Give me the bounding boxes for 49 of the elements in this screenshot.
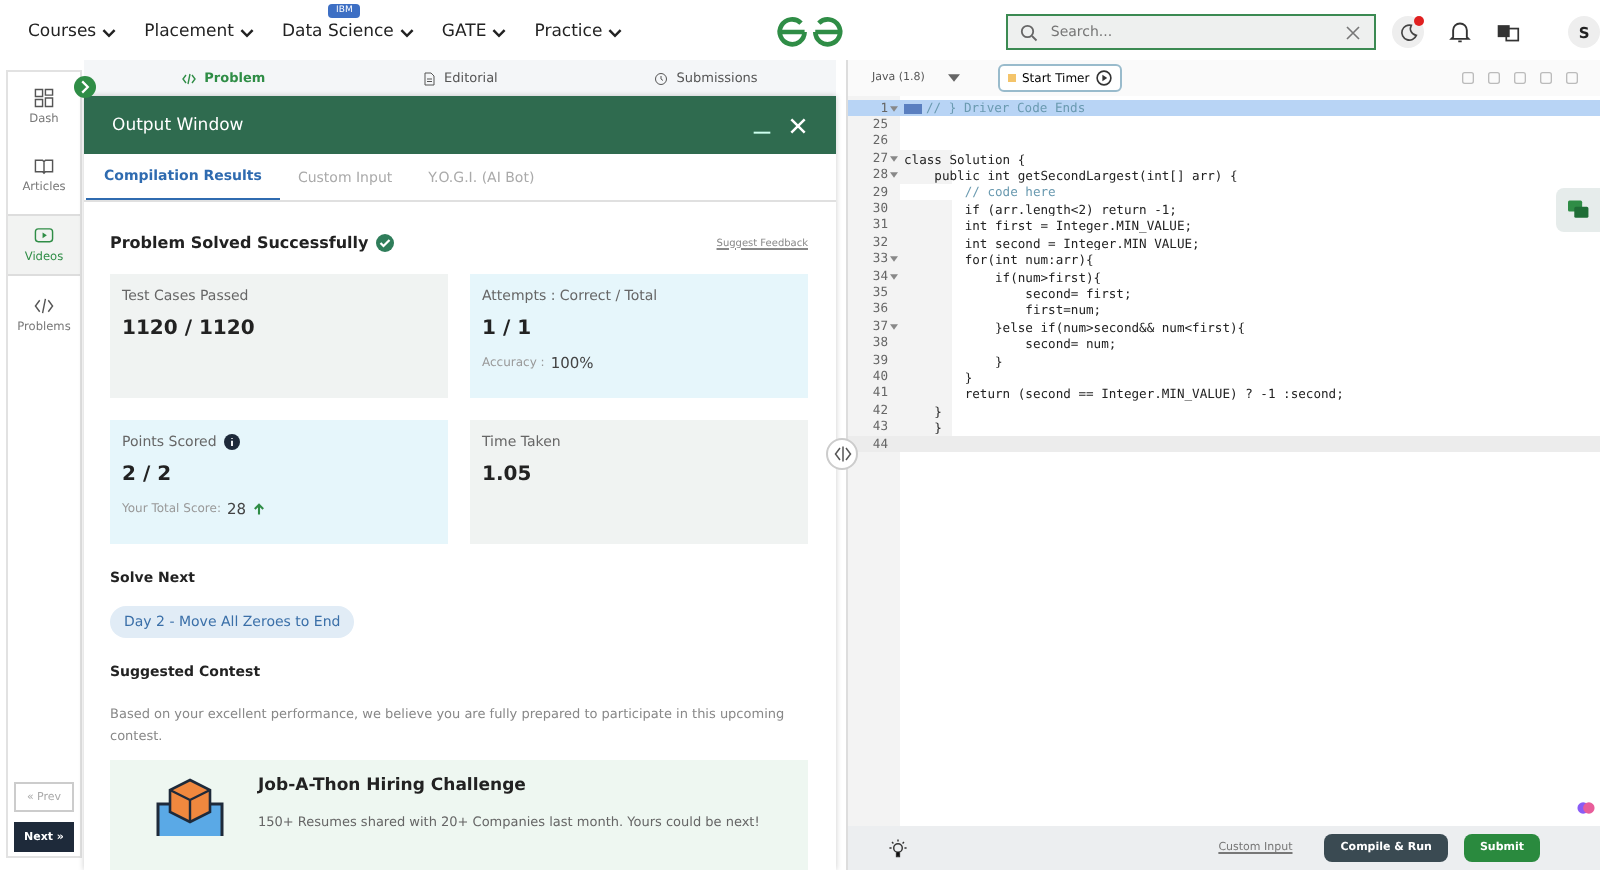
nav-menu-item[interactable]: Placement — [144, 22, 254, 42]
chat-bubbles-icon — [1567, 200, 1589, 220]
expand-button[interactable] — [74, 76, 96, 98]
document-icon — [422, 71, 437, 85]
fold-marker-icon[interactable] — [904, 103, 922, 114]
search-icon — [1020, 23, 1039, 41]
dashboard-icon — [34, 88, 54, 108]
close-icon[interactable] — [1344, 23, 1363, 41]
video-icon — [34, 226, 54, 246]
window-title: Output Window — [112, 115, 246, 135]
chevron-down-icon — [102, 27, 117, 37]
nav-menu-item[interactable]: Courses — [28, 22, 117, 42]
fold-arrow-icon[interactable] — [890, 155, 898, 162]
chevron-down-icon — [239, 27, 254, 37]
panel-resize-handle[interactable] — [826, 438, 858, 470]
lightbulb-icon[interactable] — [888, 838, 908, 858]
timer-square-icon — [1008, 74, 1016, 82]
fold-arrow-icon[interactable] — [890, 172, 898, 179]
fold-arrow-icon[interactable] — [890, 323, 898, 330]
resize-arrows-icon — [833, 446, 851, 462]
chevron-down-icon — [399, 27, 414, 37]
clock-icon — [654, 71, 669, 85]
stat-value: 1120 / 1120 — [122, 318, 257, 340]
caret-down-icon — [948, 74, 961, 82]
chevron-down-icon — [608, 27, 623, 37]
stat-value: 2 / 2 — [122, 464, 174, 486]
fold-arrow-icon[interactable] — [890, 273, 898, 280]
logo-icon[interactable] — [774, 16, 847, 48]
play-icon — [1095, 70, 1112, 86]
code-icon — [182, 71, 197, 85]
moon-icon — [1398, 22, 1419, 42]
chat-button[interactable] — [1556, 188, 1600, 232]
fold-arrow-icon[interactable] — [890, 105, 898, 112]
fold-arrow-icon[interactable] — [890, 256, 898, 263]
stat-value: 1 / 1 — [482, 318, 534, 340]
check-circle-icon — [376, 234, 395, 252]
status-heading: Problem Solved Successfully — [110, 234, 369, 252]
brain-icon[interactable] — [1576, 798, 1596, 818]
stat-value: 1.05 — [482, 464, 534, 486]
chevron-right-icon — [78, 80, 92, 94]
nav-menu-item[interactable]: Practice — [534, 22, 623, 42]
theme-toggle-button[interactable] — [1392, 16, 1425, 48]
contest-title: Job-A-Thon Hiring Challenge — [258, 776, 528, 796]
book-icon — [34, 156, 54, 176]
chevron-down-icon — [492, 27, 507, 37]
nav-menu-item[interactable]: GATE — [441, 22, 507, 42]
code-icon — [34, 296, 54, 316]
bell-icon[interactable] — [1448, 20, 1473, 44]
translate-icon[interactable] — [1496, 20, 1521, 44]
